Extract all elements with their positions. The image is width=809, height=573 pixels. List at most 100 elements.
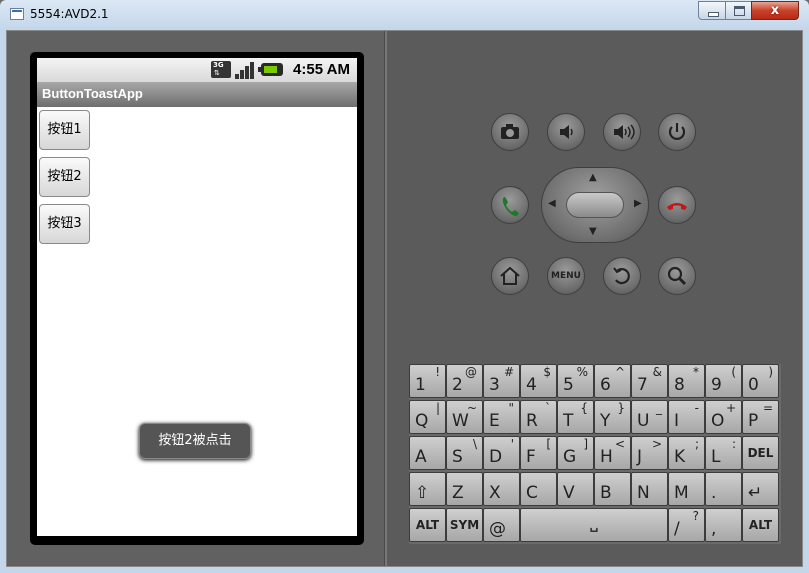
end-call-key[interactable]	[658, 186, 696, 224]
key-3-1[interactable]: Z	[446, 472, 483, 506]
key-1-5[interactable]: Y}	[594, 400, 631, 434]
key-alt-label: :	[731, 437, 736, 451]
key-0-7[interactable]: 8 *	[668, 364, 705, 398]
menu-key[interactable]: MENU	[547, 257, 585, 295]
key-0-6[interactable]: 7 &	[631, 364, 668, 398]
key-3-0[interactable]: ⇧	[409, 472, 446, 506]
window-app-icon	[10, 8, 24, 20]
dpad-center-button[interactable]	[566, 192, 624, 218]
key-0-8[interactable]: 9(	[705, 364, 742, 398]
key-0-4[interactable]: 5%	[557, 364, 594, 398]
alt-left-key[interactable]: ALT	[409, 508, 446, 542]
key-label: L	[711, 447, 721, 467]
key-alt-label: ]	[583, 437, 588, 451]
key-3-4[interactable]: V	[557, 472, 594, 506]
status-time: 4:55 AM	[293, 61, 350, 78]
key-1-3[interactable]: R `	[520, 400, 557, 434]
key-alt-label: ;	[694, 437, 699, 451]
key-alt-label: !	[435, 365, 440, 379]
key-2-9[interactable]: DEL	[742, 436, 779, 470]
camera-key[interactable]	[491, 113, 529, 151]
battery-charging-icon	[258, 63, 283, 76]
key-1-8[interactable]: O +	[705, 400, 742, 434]
power-key[interactable]	[658, 113, 696, 151]
key-label: T	[563, 411, 574, 431]
minimize-button[interactable]	[698, 1, 726, 20]
search-key[interactable]	[658, 257, 696, 295]
key-0-0[interactable]: 1!	[409, 364, 446, 398]
key-label: ,	[711, 519, 717, 539]
key-2-4[interactable]: G]	[557, 436, 594, 470]
key-1-7[interactable]: I-	[668, 400, 705, 434]
key-alt-label: &	[652, 365, 662, 379]
key-1-1[interactable]: W ~	[446, 400, 483, 434]
key-3-2[interactable]: X	[483, 472, 520, 506]
key-0-9[interactable]: 0)	[742, 364, 779, 398]
call-key[interactable]	[491, 186, 529, 224]
key-label: K	[674, 447, 686, 467]
key-2-5[interactable]: H <	[594, 436, 631, 470]
key-2-3[interactable]: F[	[520, 436, 557, 470]
button-1[interactable]: 按钮1	[39, 110, 90, 150]
button-3[interactable]: 按钮3	[39, 204, 90, 244]
device-screen[interactable]: 3G ⇅ 4:55 AM ButtonToastApp 按钮1 按钮2 按钮3 …	[37, 58, 357, 536]
window-titlebar[interactable]: 5554:AVD2.1 x	[0, 0, 809, 30]
sym-key[interactable]: SYM	[446, 508, 483, 542]
volume-down-icon	[560, 125, 573, 139]
key-3-6[interactable]: N	[631, 472, 668, 506]
dpad-right-icon[interactable]: ▶	[634, 198, 642, 209]
key-3-3[interactable]: C	[520, 472, 557, 506]
key-alt-label: $	[543, 365, 551, 379]
button-2[interactable]: 按钮2	[39, 157, 90, 197]
key-label: 9	[711, 375, 722, 395]
key-2-6[interactable]: J >	[631, 436, 668, 470]
key-3-7[interactable]: M	[668, 472, 705, 506]
home-key[interactable]	[491, 257, 529, 295]
key-label: Q	[415, 411, 429, 431]
volume-down-key[interactable]	[547, 113, 585, 151]
key-2-7[interactable]: K;	[668, 436, 705, 470]
key-2-2[interactable]: D '	[483, 436, 520, 470]
key-alt-label: _	[656, 401, 662, 415]
close-button[interactable]: x	[751, 1, 799, 20]
key-2-0[interactable]: A	[409, 436, 446, 470]
at-key[interactable]: @	[483, 508, 520, 542]
key-0-3[interactable]: 4 $	[520, 364, 557, 398]
key-label: N	[637, 483, 650, 503]
volume-up-key[interactable]	[603, 113, 641, 151]
key-2-1[interactable]: S \	[446, 436, 483, 470]
key-0-5[interactable]: 6 ^	[594, 364, 631, 398]
key-3-9[interactable]: ↵	[742, 472, 779, 506]
key-label: 4	[526, 375, 537, 395]
key-3-8[interactable]: .	[705, 472, 742, 506]
dpad[interactable]: ▲ ▼ ◀ ▶	[541, 167, 649, 243]
space-key[interactable]: ␣	[520, 508, 668, 542]
key-label: ␣	[589, 518, 599, 532]
maximize-button[interactable]	[725, 1, 752, 20]
key-1-9[interactable]: P =	[742, 400, 779, 434]
alt-right-key[interactable]: ALT	[742, 508, 779, 542]
key-3-5[interactable]: B	[594, 472, 631, 506]
key-0-2[interactable]: 3 #	[483, 364, 520, 398]
toast-message: 按钮2被点击	[139, 423, 251, 459]
home-icon	[500, 266, 520, 285]
key-1-0[interactable]: Q |	[409, 400, 446, 434]
key-alt-label: [	[546, 437, 551, 451]
key-0-1[interactable]: 2 @	[446, 364, 483, 398]
key-label: U	[637, 411, 650, 431]
key-1-6[interactable]: U _	[631, 400, 668, 434]
key-1-4[interactable]: T{	[557, 400, 594, 434]
camera-icon	[501, 124, 519, 139]
slash-key[interactable]: /?	[668, 508, 705, 542]
dpad-left-icon[interactable]: ◀	[548, 198, 556, 209]
key-label: ⇧	[415, 483, 430, 503]
key-2-8[interactable]: L:	[705, 436, 742, 470]
dpad-up-icon[interactable]: ▲	[589, 172, 597, 183]
key-label: A	[415, 447, 427, 467]
key-1-2[interactable]: E "	[483, 400, 520, 434]
dpad-down-icon[interactable]: ▼	[589, 226, 597, 237]
back-key[interactable]	[603, 257, 641, 295]
key-label: B	[600, 483, 612, 503]
back-icon	[613, 267, 630, 285]
comma-key[interactable]: ,	[705, 508, 742, 542]
